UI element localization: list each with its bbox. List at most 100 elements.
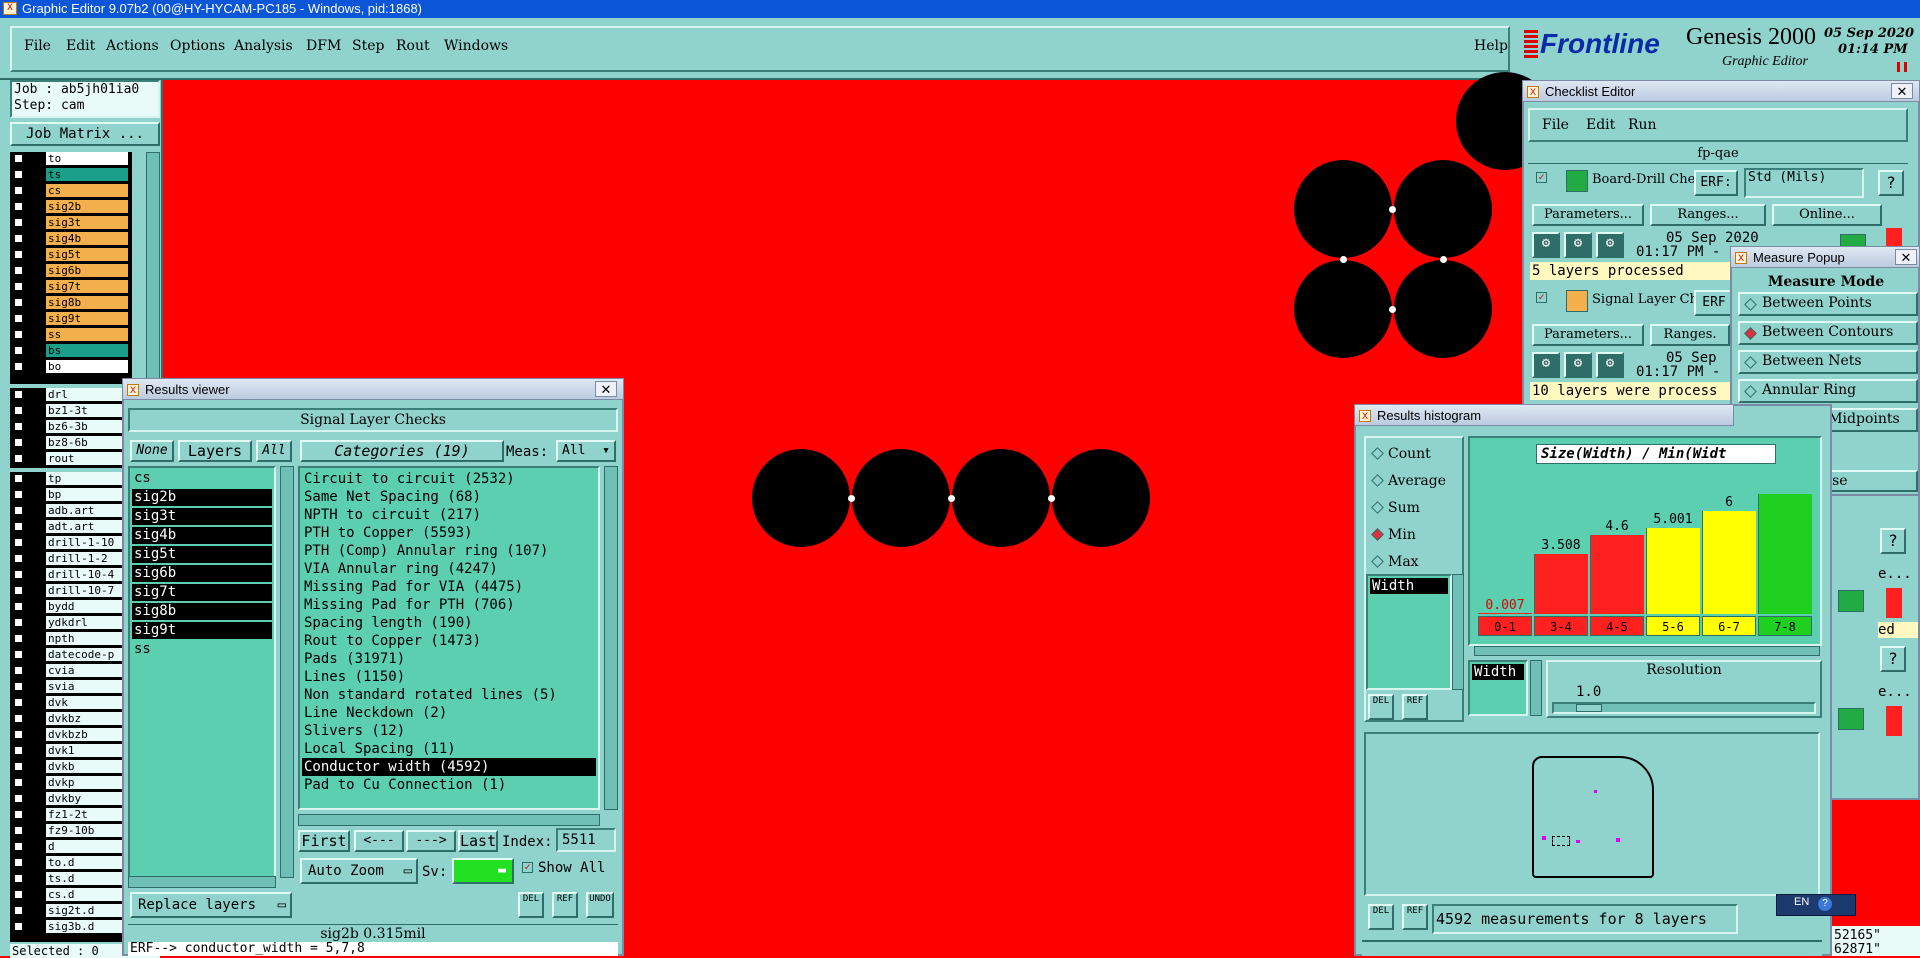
histogram-bar[interactable] — [1478, 613, 1532, 614]
category-item[interactable]: NPTH to circuit (217) — [302, 506, 596, 524]
layer-checkbox[interactable] — [14, 422, 23, 431]
menu-help[interactable]: Help — [1474, 38, 1508, 54]
layer-name[interactable]: ts.d — [46, 872, 128, 885]
layer-name[interactable]: sig7t — [46, 280, 128, 293]
layer-checkbox[interactable] — [14, 170, 23, 179]
pause-icon[interactable] — [1897, 62, 1907, 72]
layer-checkbox[interactable] — [14, 586, 23, 595]
menu-step[interactable]: Step — [352, 38, 384, 54]
category-item[interactable]: Spacing length (190) — [302, 614, 596, 632]
stat-option[interactable]: Average — [1370, 471, 1460, 491]
layer-row[interactable]: fz1-2t — [10, 808, 128, 821]
layer-checkbox[interactable] — [14, 298, 23, 307]
layer-checkbox[interactable] — [14, 858, 23, 867]
layer-checkbox[interactable] — [14, 778, 23, 787]
layer-name[interactable]: drill-10-4 — [46, 568, 128, 581]
result-layer-item[interactable]: sig9t — [132, 622, 272, 639]
category-item[interactable]: Conductor width (4592) — [302, 758, 596, 776]
layer-checkbox[interactable] — [14, 730, 23, 739]
layer-checkbox[interactable] — [14, 842, 23, 851]
layer-checkbox[interactable] — [14, 266, 23, 275]
checklist-menu-edit[interactable]: Edit — [1586, 110, 1615, 140]
layer-name[interactable]: to.d — [46, 856, 128, 869]
layer-row[interactable]: dvk1 — [10, 744, 128, 757]
layer-checkbox[interactable] — [14, 538, 23, 547]
layer-name[interactable]: sig6b — [46, 264, 128, 277]
result-layer-item[interactable]: sig5t — [132, 546, 272, 563]
layer-checkbox[interactable] — [14, 746, 23, 755]
stat-option[interactable]: Sum — [1370, 498, 1460, 518]
run-icon[interactable]: ⚙ — [1564, 352, 1592, 378]
layer-checkbox[interactable] — [14, 922, 23, 931]
layer-name[interactable]: sig2t.d — [46, 904, 128, 917]
category-item[interactable]: Non standard rotated lines (5) — [302, 686, 596, 704]
checklist-menu-run[interactable]: Run — [1628, 110, 1657, 140]
layer-row[interactable]: ts — [10, 168, 128, 181]
category-item[interactable]: Local Spacing (11) — [302, 740, 596, 758]
layer-row[interactable]: dvkp — [10, 776, 128, 789]
layer-checkbox[interactable] — [14, 234, 23, 243]
layer-name[interactable]: dvkbz — [46, 712, 128, 725]
layer-checkbox[interactable] — [14, 490, 23, 499]
layer-row[interactable]: adb.art — [10, 504, 128, 517]
layer-checkbox[interactable] — [14, 554, 23, 563]
layer-name[interactable]: dvkbzb — [46, 728, 128, 741]
pad-circle[interactable] — [1394, 160, 1492, 258]
layer-checkbox[interactable] — [14, 202, 23, 211]
menu-dfm[interactable]: DFM — [306, 38, 341, 54]
category-item[interactable]: VIA Annular ring (4247) — [302, 560, 596, 578]
layer-row[interactable]: dvkby — [10, 792, 128, 805]
board-drill-check-name[interactable]: Board-Drill Che — [1592, 172, 1695, 187]
layer-checkbox[interactable] — [14, 330, 23, 339]
layer-name[interactable]: bz1-3t — [46, 404, 128, 417]
stats-list-item[interactable]: Width — [1370, 578, 1448, 594]
layer-checkbox[interactable] — [14, 314, 23, 323]
layer-checkbox[interactable] — [14, 602, 23, 611]
show-all-checkbox[interactable]: ✓ — [522, 862, 533, 873]
result-layer-item[interactable]: sig3t — [132, 508, 272, 525]
layer-row[interactable]: sig8b — [10, 296, 128, 309]
width-field-scrollbar[interactable] — [1530, 660, 1542, 716]
layer-checkbox[interactable] — [14, 826, 23, 835]
layer-name[interactable]: drill-10-7 — [46, 584, 128, 597]
layer-row[interactable]: sig2t.d — [10, 904, 128, 917]
category-item[interactable]: Lines (1150) — [302, 668, 596, 686]
layer-name[interactable]: sig8b — [46, 296, 128, 309]
layer-row[interactable]: bz6-3b — [10, 420, 128, 433]
close-icon[interactable]: ✕ — [1891, 83, 1913, 99]
prev-button[interactable]: <--- — [354, 830, 404, 852]
layer-name[interactable]: drill-1-10 — [46, 536, 128, 549]
category-item[interactable]: PTH to Copper (5593) — [302, 524, 596, 542]
pad-circle[interactable] — [852, 449, 950, 547]
language-bar[interactable] — [1776, 894, 1856, 916]
sv-color-button[interactable]: ▬ — [452, 858, 514, 884]
layer-row[interactable]: cvia — [10, 664, 128, 677]
layer-name[interactable]: ss — [46, 328, 128, 341]
layer-row[interactable]: drill-10-7 — [10, 584, 128, 597]
layer-name[interactable]: fz1-2t — [46, 808, 128, 821]
layer-name[interactable]: sig5t — [46, 248, 128, 261]
layer-row[interactable]: svia — [10, 680, 128, 693]
layer-checkbox[interactable] — [14, 362, 23, 371]
measure-option[interactable]: Between Nets — [1738, 350, 1918, 374]
stat-option[interactable]: Min — [1370, 525, 1460, 545]
layer-name[interactable]: sig9t — [46, 312, 128, 325]
pad-circle[interactable] — [952, 449, 1050, 547]
layer-name[interactable]: datecode-p — [46, 648, 128, 661]
layer-row[interactable]: bo — [10, 360, 128, 373]
layer-name[interactable]: dvk1 — [46, 744, 128, 757]
layer-name[interactable]: fz9-10b — [46, 824, 128, 837]
categories-hscroll[interactable] — [298, 814, 600, 826]
layer-row[interactable]: dvkbzb — [10, 728, 128, 741]
layer-row[interactable]: bp — [10, 488, 128, 501]
layer-row[interactable]: dvkbz — [10, 712, 128, 725]
run-icon[interactable]: ⚙ — [1532, 232, 1560, 258]
del-button[interactable]: DEL — [1368, 904, 1394, 930]
layer-checkbox[interactable] — [14, 666, 23, 675]
ref-button[interactable]: REF — [552, 892, 578, 918]
layer-row[interactable]: ydkdrl — [10, 616, 128, 629]
layer-row[interactable]: drill-1-10 — [10, 536, 128, 549]
result-layer-item[interactable]: cs — [132, 470, 272, 487]
layer-row[interactable]: drill-10-4 — [10, 568, 128, 581]
layer-row[interactable]: sig9t — [10, 312, 128, 325]
